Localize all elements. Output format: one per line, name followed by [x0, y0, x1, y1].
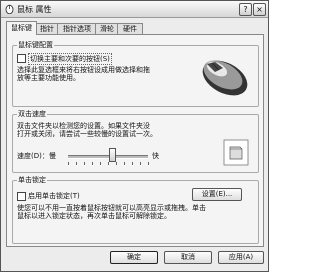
- speed-slider-track[interactable]: [68, 155, 148, 159]
- speed-slider-tick: [84, 162, 85, 165]
- group-title-click-lock: 单击锁定: [17, 175, 47, 185]
- speed-slider-tick: [108, 162, 109, 165]
- mouse-illustration-icon: [202, 60, 248, 96]
- help-button[interactable]: ?: [239, 3, 252, 16]
- speed-slider-thumb[interactable]: [109, 148, 116, 162]
- speed-slider-tick: [116, 162, 117, 165]
- cancel-button[interactable]: 取消: [164, 251, 212, 264]
- click-lock-settings-button[interactable]: 设置(E)...: [192, 188, 242, 201]
- speed-fast-label: 快: [152, 152, 159, 160]
- switch-buttons-label[interactable]: 切换主要和次要的按钮(S): [28, 53, 112, 65]
- tab-hardware[interactable]: 硬件: [117, 23, 143, 34]
- click-lock-description-1: 使您可以不用一直按着鼠标按钮就可以高亮显示或拖拽。单击: [17, 204, 206, 212]
- speed-slider-tick: [148, 162, 149, 165]
- group-title-button-config: 鼠标键配置: [17, 40, 54, 50]
- mouse-app-icon: [5, 4, 14, 14]
- switch-buttons-checkbox[interactable]: [17, 54, 26, 63]
- speed-slider-tick: [68, 162, 69, 165]
- button-config-description-1: 选择此复选框来将右按钮设成用做选择和拖: [17, 66, 150, 74]
- speed-slider-tick: [76, 162, 77, 165]
- speed-slider-tick: [100, 162, 101, 165]
- speed-slow-label: 速度(D)：慢: [17, 152, 56, 160]
- click-lock-group: 单击锁定 启用单击锁定(T) 设置(E)... 使您可以不用一直按着鼠标按钮就可…: [12, 175, 259, 244]
- mouse-properties-window: 鼠标 属性 ? × 鼠标键 指针 指针选项 滑轮 硬件 鼠标键配置 切换主要和次…: [0, 0, 269, 272]
- tab-wheel[interactable]: 滑轮: [95, 23, 119, 34]
- click-lock-description-2: 鼠标以进入锁定状态，再次单击鼠标可解除锁定。: [17, 212, 171, 220]
- close-button[interactable]: ×: [253, 3, 266, 16]
- click-lock-checkbox[interactable]: [17, 192, 26, 201]
- test-folder-icon[interactable]: [221, 137, 251, 167]
- tab-buttons[interactable]: 鼠标键: [6, 21, 37, 35]
- button-configuration-group: 鼠标键配置 切换主要和次要的按钮(S) 选择此复选框来将右按钮设成用做选择和拖 …: [12, 40, 259, 107]
- tab-panel: 鼠标键配置 切换主要和次要的按钮(S) 选择此复选框来将右按钮设成用做选择和拖 …: [6, 34, 264, 247]
- tab-pointer-options[interactable]: 指针选项: [57, 23, 97, 34]
- tab-pointers[interactable]: 指针: [35, 23, 59, 34]
- apply-button[interactable]: 应用(A): [218, 251, 264, 264]
- group-title-double-click: 双击速度: [17, 109, 47, 119]
- speed-slider-tick: [132, 162, 133, 165]
- speed-slider-tick: [92, 162, 93, 165]
- title-bar: 鼠标 属性 ? ×: [1, 1, 268, 18]
- speed-slider-tick: [124, 162, 125, 165]
- button-config-description-2: 放等主要功能使用。: [17, 74, 80, 82]
- double-click-speed-group: 双击速度 双击文件夹以检测您的设置。如果文件夹没 打开或关闭，请尝试一些较慢的设…: [12, 109, 259, 173]
- click-lock-label[interactable]: 启用单击锁定(T): [28, 191, 80, 201]
- ok-button[interactable]: 确定: [110, 251, 158, 264]
- speed-slider-tick: [140, 162, 141, 165]
- window-title: 鼠标 属性: [17, 5, 52, 14]
- double-click-description-2: 打开或关闭，请尝试一些较慢的设置试一次。: [17, 130, 157, 138]
- double-click-description-1: 双击文件夹以检测您的设置。如果文件夹没: [17, 122, 150, 130]
